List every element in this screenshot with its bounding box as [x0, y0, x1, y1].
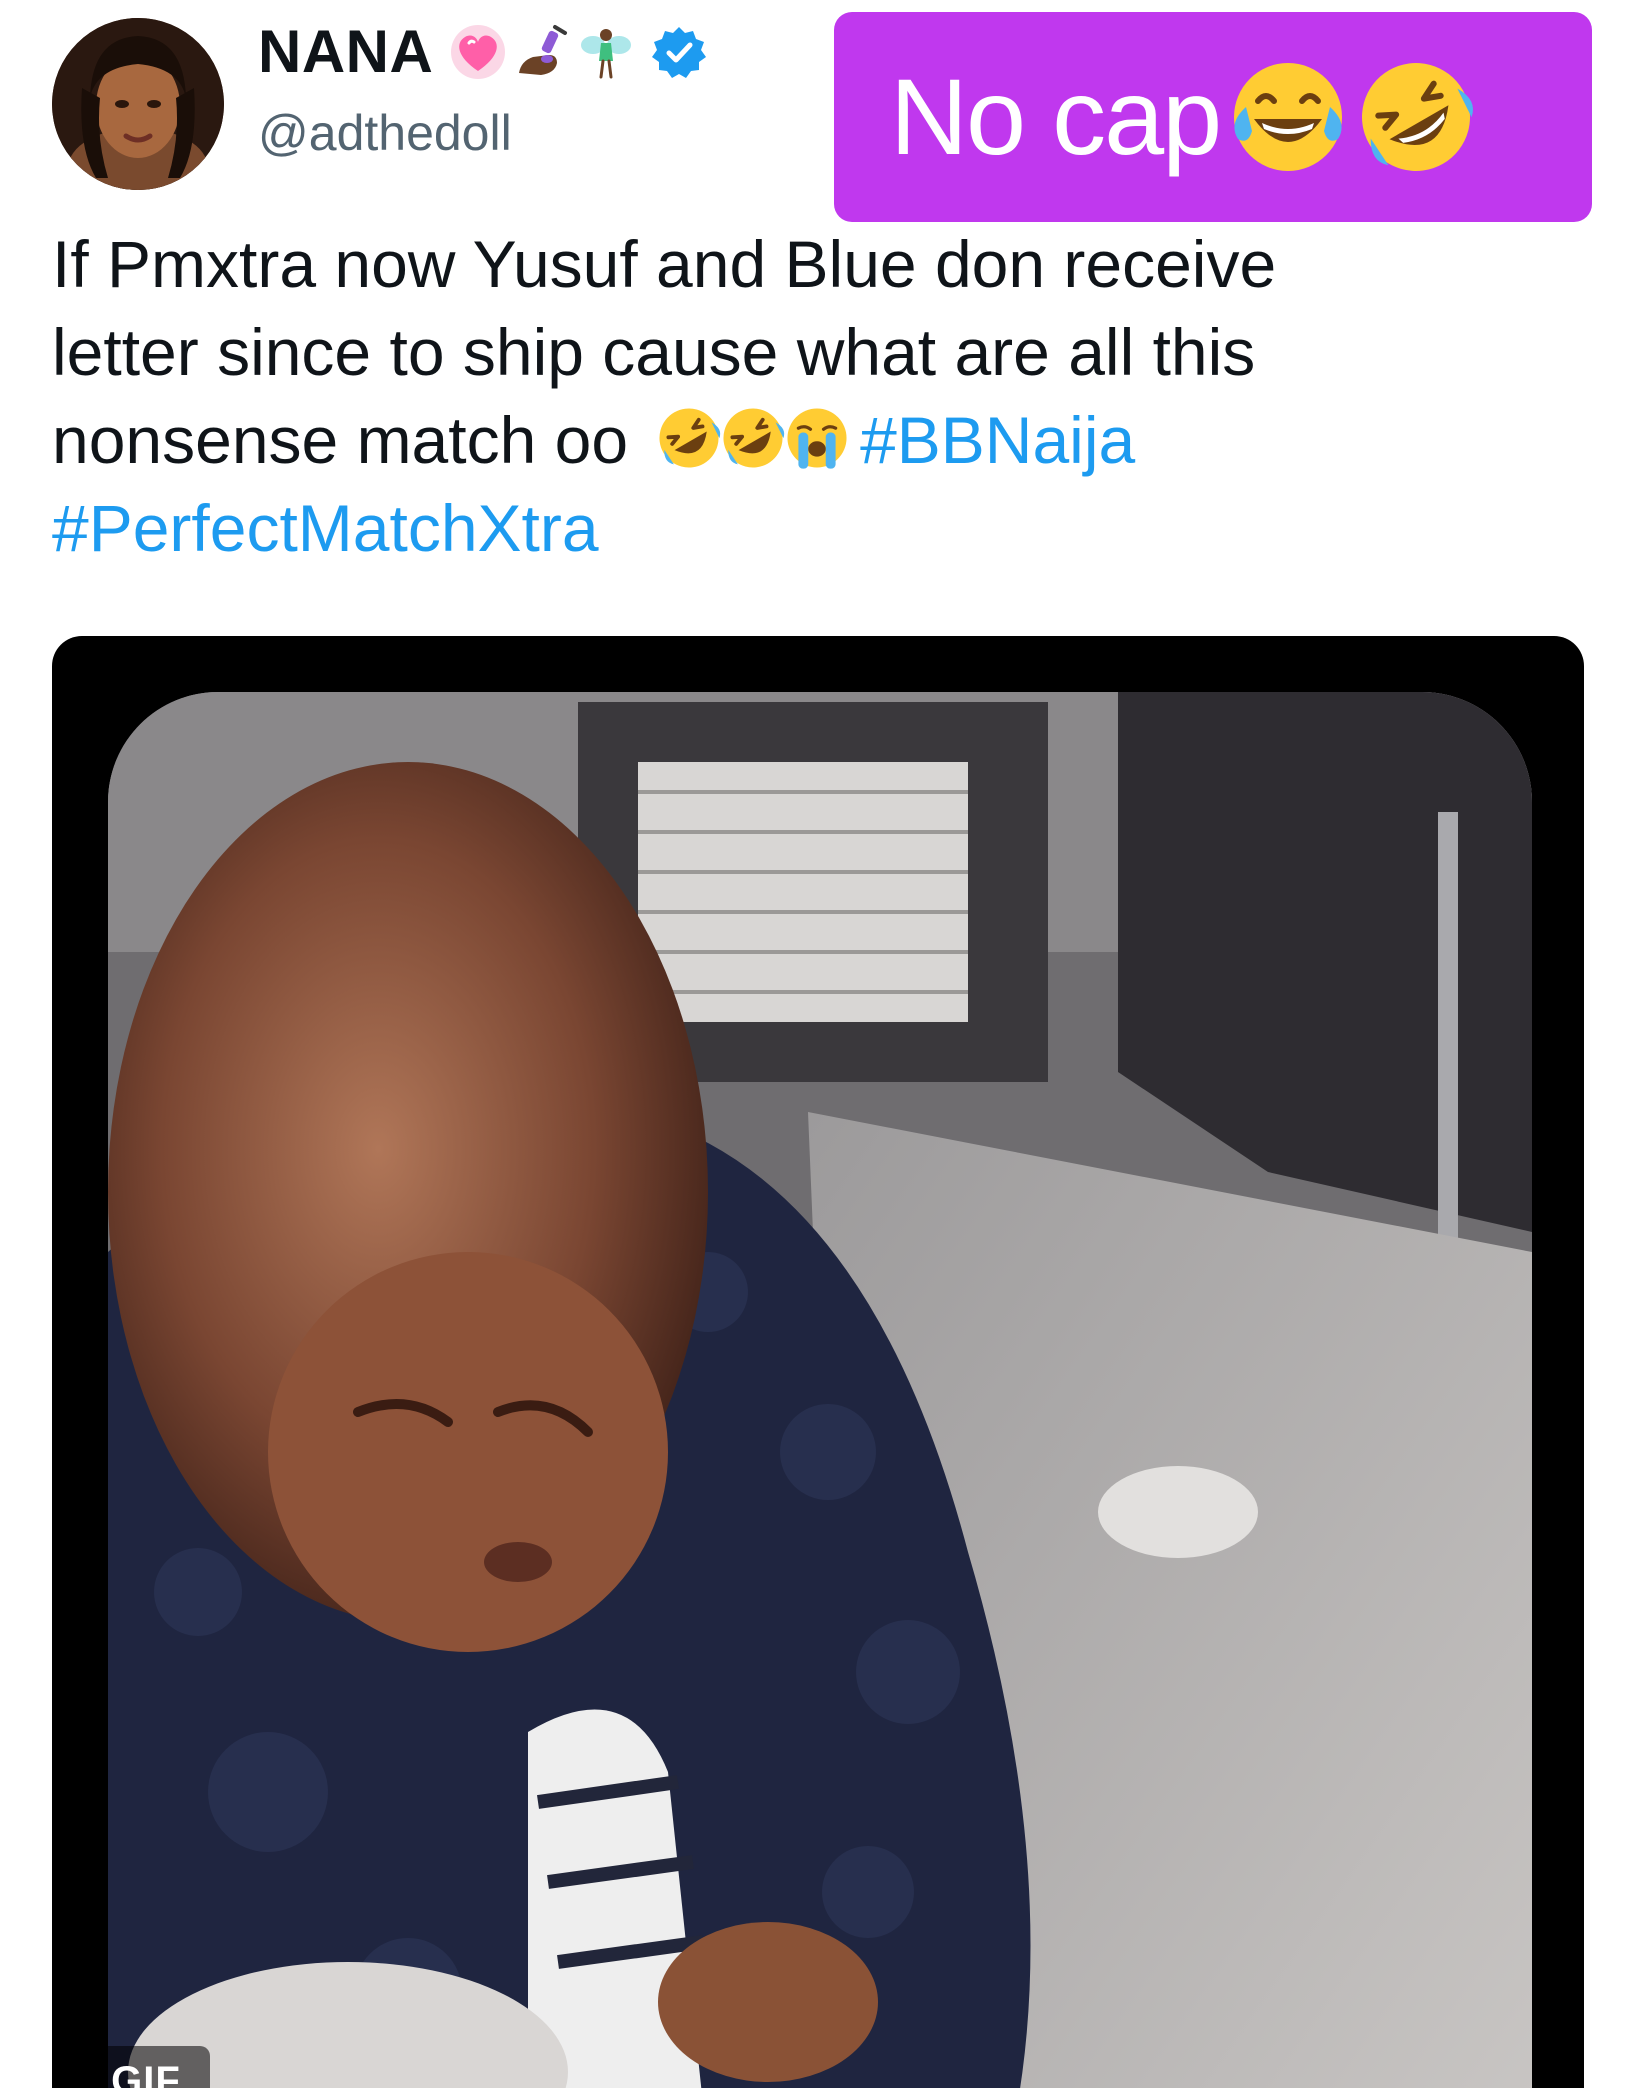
gif-badge: GIF: [82, 2046, 210, 2088]
loudly-crying-icon: [787, 408, 847, 469]
author-handle[interactable]: @adthedoll: [258, 108, 512, 158]
tweet-line-3-text: nonsense match oo: [52, 403, 629, 477]
rolling-on-floor-laughing-icon: [1362, 63, 1474, 171]
rolling-on-floor-laughing-icon: [659, 408, 721, 468]
hashtag-bbnaija[interactable]: #BBNaija: [860, 403, 1135, 477]
tears-of-joy-icon: [1234, 63, 1343, 171]
hashtag-perfectmatchxtra[interactable]: #PerfectMatchXtra: [52, 491, 599, 565]
rolling-on-floor-laughing-icon: [723, 408, 785, 468]
pink-heart-icon: [451, 25, 506, 79]
tweet-line-1: If Pmxtra now Yusuf and Blue don receive: [52, 227, 1277, 301]
avatar-portrait-image: [52, 18, 224, 190]
display-name[interactable]: NANA: [258, 22, 433, 82]
author-avatar[interactable]: [52, 18, 224, 190]
caption-text: No cap: [890, 56, 1222, 177]
tweet-inline-emojis: [654, 403, 847, 473]
fairy-icon: [581, 29, 632, 79]
tweet-text: If Pmxtra now Yusuf and Blue don receive…: [52, 220, 1592, 572]
tweet-line-3: nonsense match oo #BBNaija: [52, 396, 1592, 484]
tweet-line-4: #PerfectMatchXtra: [52, 484, 1592, 572]
baby-gif-image: [108, 692, 1532, 2088]
verified-badge-icon[interactable]: [651, 24, 707, 80]
tweet-media[interactable]: [52, 636, 1584, 2088]
gif-frame[interactable]: [108, 692, 1532, 2088]
nail-polish-icon: [519, 25, 568, 75]
tweet-line-2: letter since to ship cause what are all …: [52, 315, 1256, 389]
name-emojis: [447, 21, 637, 83]
display-name-row: NANA: [258, 16, 707, 88]
caption-emojis: [1224, 53, 1480, 181]
caption-banner: No cap: [834, 12, 1592, 222]
